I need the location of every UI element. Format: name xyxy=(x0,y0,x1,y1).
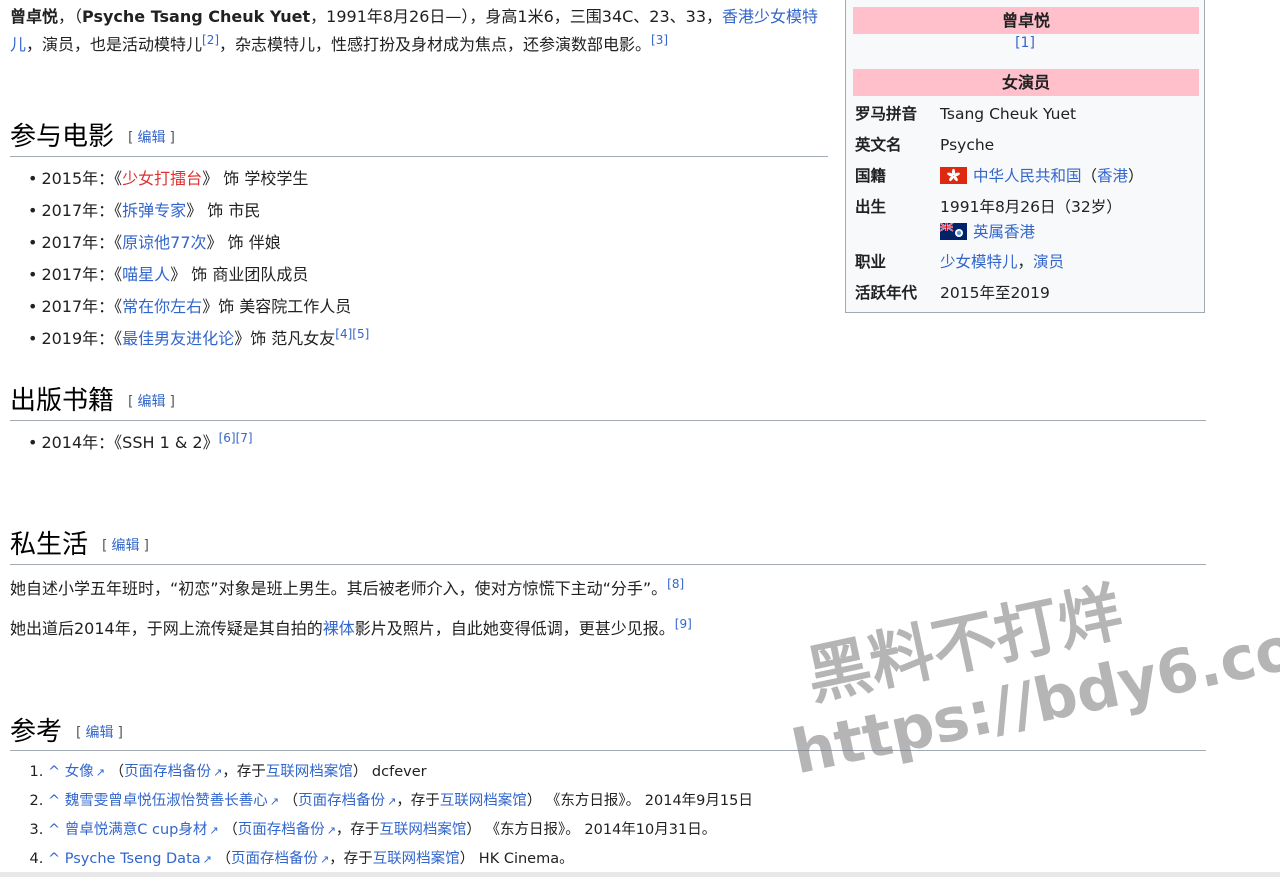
section-divider xyxy=(10,156,828,157)
link-occupation-model[interactable]: 少女模特儿 xyxy=(940,253,1018,271)
section-heading-references: 参考[编辑] xyxy=(10,717,123,747)
external-link-icon: ↗ xyxy=(387,795,397,808)
external-link-icon: ↗ xyxy=(326,824,336,837)
list-item: 2017年：《拆弹专家》 饰 市民 xyxy=(28,195,369,227)
references-list: ^ 女像↗ （页面存档备份↗，存于互联网档案馆） dcfever ^ 魏雪雯曾卓… xyxy=(44,759,753,875)
english-name: Psyche Tsang Cheuk Yuet xyxy=(82,7,311,26)
infobox-row-english-name: 英文名 Psyche xyxy=(855,136,995,154)
link-british-hong-kong[interactable]: 英属香港 xyxy=(973,223,1035,241)
internet-archive-link[interactable]: 互联网档案馆 xyxy=(379,822,466,838)
edit-link-personal[interactable]: 编辑 xyxy=(111,538,139,554)
personal-paragraph-2: 她出道后2014年，于网上流传疑是其自拍的裸体影片及照片，自此她变得低调，更甚少… xyxy=(10,617,692,638)
internet-archive-link[interactable]: 互联网档案馆 xyxy=(440,793,527,809)
reference-item: ^ 女像↗ （页面存档备份↗，存于互联网档案馆） dcfever xyxy=(48,759,753,788)
ref-backlink-caret[interactable]: ^ xyxy=(48,764,60,780)
infobox-ref-link-1[interactable]: [1] xyxy=(1015,35,1035,51)
infobox-row-occupation: 职业 少女模特儿，演员 xyxy=(855,253,1065,271)
ref-title-link[interactable]: 魏雪雯曾卓悦伍淑怡赞善长善心 xyxy=(65,793,268,809)
list-item: 2017年：《常在你左右》饰 美容院工作人员 xyxy=(28,291,369,323)
ref-link-4-5[interactable]: [4][5] xyxy=(335,327,369,341)
ref-link-9[interactable]: [9] xyxy=(675,617,692,631)
books-list: 2014年：《SSH 1 & 2》[6][7] xyxy=(28,427,253,459)
infobox-role-header: 女演员 xyxy=(853,69,1199,96)
infobox-row-romanization: 罗马拼音 Tsang Cheuk Yuet xyxy=(855,105,1077,123)
list-item: 2019年：《最佳男友进化论》饰 范凡女友[4][5] xyxy=(28,323,369,355)
external-link-icon: ↗ xyxy=(95,766,105,779)
ref-title-link[interactable]: 曾卓悦满意C cup身材 xyxy=(65,822,208,838)
external-link-icon: ↗ xyxy=(202,853,212,866)
ref-backlink-caret[interactable]: ^ xyxy=(48,851,60,867)
edit-link-books[interactable]: 编辑 xyxy=(137,394,165,410)
ref-link-3[interactable]: [3] xyxy=(651,33,668,47)
reference-item: ^ 魏雪雯曾卓悦伍淑怡赞善长善心↗ （页面存档备份↗，存于互联网档案馆） 《东方… xyxy=(48,788,753,817)
film-title-link[interactable]: 少女打擂台 xyxy=(122,169,202,188)
external-link-icon: ↗ xyxy=(209,824,219,837)
watermark: 黑料不打烊 https://bdy6.co xyxy=(765,516,1280,845)
ref-link-6-7[interactable]: [6][7] xyxy=(219,431,253,445)
internet-archive-link[interactable]: 互联网档案馆 xyxy=(266,764,353,780)
archive-copy-link[interactable]: 页面存档备份 xyxy=(298,793,385,809)
section-heading-personal: 私生活[编辑] xyxy=(10,530,149,560)
film-title-link[interactable]: 原谅他77次 xyxy=(122,233,206,252)
ref-backlink-caret[interactable]: ^ xyxy=(48,793,60,809)
archive-copy-link[interactable]: 页面存档备份 xyxy=(124,764,211,780)
infobox-row-nationality: 国籍 中华人民共和国（香港） xyxy=(855,167,1144,185)
internet-archive-link[interactable]: 互联网档案馆 xyxy=(373,851,460,867)
ref-link-8[interactable]: [8] xyxy=(667,577,684,591)
section-heading-films: 参与电影[编辑] xyxy=(10,122,175,152)
film-title-link[interactable]: 拆弹专家 xyxy=(122,201,186,220)
film-title-link[interactable]: 常在你左右 xyxy=(122,297,202,316)
hong-kong-flag-icon xyxy=(940,167,967,184)
link-prc[interactable]: 中华人民共和国 xyxy=(973,167,1082,185)
films-list: 2015年：《少女打擂台》 饰 学校学生2017年：《拆弹专家》 饰 市民201… xyxy=(28,163,369,355)
section-divider xyxy=(10,750,1206,751)
personal-paragraph-1: 她自述小学五年班时，“初恋”对象是班上男生。其后被老师介入，使对方惊慌下主动“分… xyxy=(10,577,685,598)
infobox-row-active-years: 活跃年代 2015年至2019 xyxy=(855,284,1050,302)
film-title-link[interactable]: 最佳男友进化论 xyxy=(122,329,234,348)
list-item: 2017年：《原谅他77次》 饰 伴娘 xyxy=(28,227,369,259)
archive-copy-link[interactable]: 页面存档备份 xyxy=(238,822,325,838)
ref-backlink-caret[interactable]: ^ xyxy=(48,822,60,838)
link-hong-kong[interactable]: 香港 xyxy=(1097,167,1128,185)
lead-paragraph: 曾卓悦，（Psyche Tsang Cheuk Yuet，1991年8月26日—… xyxy=(10,7,819,54)
section-divider xyxy=(10,420,1206,421)
archive-copy-link[interactable]: 页面存档备份 xyxy=(231,851,318,867)
infobox-row-born: 出生 1991年8月26日（32岁） xyxy=(855,198,1122,216)
reference-item: ^ 曾卓悦满意C cup身材↗ （页面存档备份↗，存于互联网档案馆） 《东方日报… xyxy=(48,817,753,846)
edit-link-films[interactable]: 编辑 xyxy=(137,130,165,146)
infobox-row-birthplace: 英属香港 xyxy=(855,218,1200,246)
link-nude[interactable]: 裸体 xyxy=(323,619,355,638)
external-link-icon: ↗ xyxy=(213,766,223,779)
watermark-line-1: 黑料不打烊 xyxy=(800,575,1129,715)
infobox: 曾卓悦 [1] 女演员 罗马拼音 Tsang Cheuk Yuet 英文名 Ps… xyxy=(845,0,1205,313)
edit-link-references[interactable]: 编辑 xyxy=(85,725,113,741)
ref-title-link[interactable]: 女像 xyxy=(65,764,94,780)
ref-title-link[interactable]: Psyche Tseng Data xyxy=(65,851,201,867)
section-heading-books: 出版书籍[编辑] xyxy=(10,386,175,416)
link-occupation-actor[interactable]: 演员 xyxy=(1033,253,1064,271)
section-divider xyxy=(10,564,1206,565)
article-subject-name: 曾卓悦 xyxy=(10,7,59,26)
ref-link-2[interactable]: [2] xyxy=(202,33,219,47)
list-item: 2015年：《少女打擂台》 饰 学校学生 xyxy=(28,163,369,195)
british-hong-kong-flag-icon xyxy=(940,223,967,240)
watermark-line-2: https://bdy6.co xyxy=(786,613,1280,789)
list-item: 2014年：《SSH 1 & 2》[6][7] xyxy=(28,427,253,459)
list-item: 2017年：《喵星人》 饰 商业团队成员 xyxy=(28,259,369,291)
external-link-icon: ↗ xyxy=(319,853,330,866)
page-bottom-edge xyxy=(0,872,1280,877)
film-title-link[interactable]: 喵星人 xyxy=(122,265,170,284)
external-link-icon: ↗ xyxy=(269,795,279,808)
infobox-title: 曾卓悦 xyxy=(853,7,1199,34)
reference-item: ^ Psyche Tseng Data↗ （页面存档备份↗，存于互联网档案馆） … xyxy=(48,846,753,875)
